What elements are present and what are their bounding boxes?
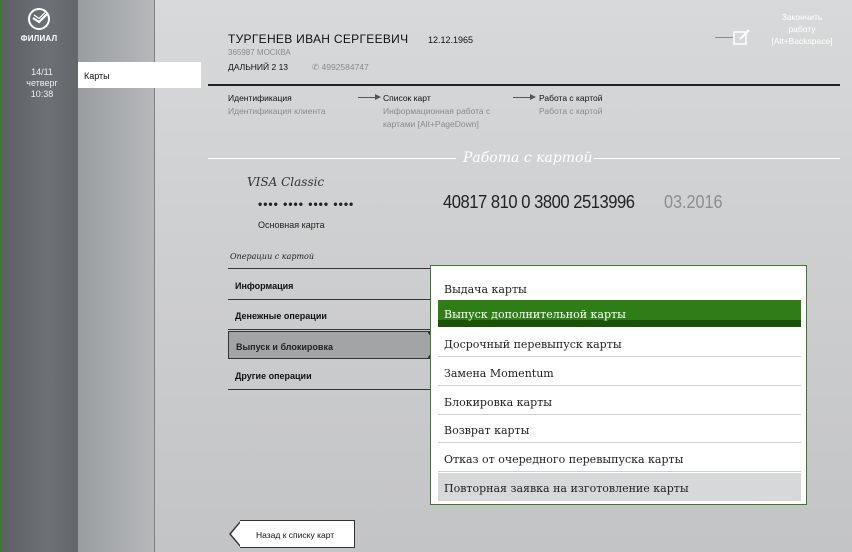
menu-item-repeat-request[interactable]: Повторная заявка на изготовление карты [438, 473, 801, 501]
step-subtitle: Информационная работа с [383, 106, 491, 116]
card-masked-number: •••• •••• •••• •••• [258, 197, 355, 211]
back-to-card-list-button[interactable]: Назад к списку карт [240, 520, 355, 548]
edit-icon[interactable] [733, 28, 751, 46]
operation-other[interactable]: Другие операции [235, 371, 312, 381]
operation-money[interactable]: Денежные операции [235, 311, 327, 321]
client-dob: 12.12.1965 [428, 35, 474, 45]
menu-item-issue-card[interactable]: Выдача карты [438, 274, 801, 302]
edit-divider [715, 37, 733, 38]
card-account-number: 40817 810 0 3800 2513996 [443, 192, 635, 212]
menu-item-return-card[interactable]: Возврат карты [438, 415, 801, 443]
step-title: Идентификация [228, 93, 292, 103]
finish-line-2: работу [788, 24, 816, 34]
card-label: Основная карта [258, 220, 325, 230]
step-identification[interactable]: Идентификация Идентификация клиента [228, 92, 326, 118]
operations-divider [228, 299, 430, 300]
menu-item-early-reissue[interactable]: Досрочный перевыпуск карты [438, 329, 801, 357]
finish-line-1: Закончить [781, 12, 823, 22]
operation-issue-block[interactable]: Выпуск и блокировка [228, 331, 430, 359]
arrow-right-icon [530, 94, 536, 100]
step-subtitle: Идентификация клиента [228, 106, 326, 116]
section-rule-left [208, 158, 456, 159]
step-card-work[interactable]: Работа с картой Работа с картой [539, 92, 602, 118]
menu-item-block-card[interactable]: Блокировка карты [438, 387, 801, 415]
operations-dropdown: Выдача карты Выпуск дополнительной карты… [430, 265, 807, 505]
menu-item-momentum[interactable]: Замена Momentum [438, 358, 801, 386]
operations-divider [228, 329, 430, 330]
client-phone: ✆ 4992584747 [312, 62, 369, 73]
step-subtitle-2: картами [Alt+PageDown] [383, 119, 479, 129]
step-title: Список карт [383, 93, 431, 103]
phone-number: 4992584747 [321, 62, 369, 72]
branch-label: ФИЛИАЛ [20, 34, 58, 43]
time: 10:38 [30, 89, 54, 99]
card-type: VISA Classic [247, 175, 325, 189]
finish-line-3: [Alt+Backspace] [771, 36, 833, 46]
operations-title: Операции с картой [230, 252, 315, 261]
bank-logo-icon [28, 8, 50, 30]
client-code-city: 365987 МОСКВА [228, 48, 291, 57]
arrow-right-icon [375, 94, 381, 100]
step-subtitle: Работа с картой [539, 106, 603, 116]
date: 14/11 [31, 67, 53, 77]
operations-divider [228, 268, 430, 269]
card-expiry: 03.2016 [664, 192, 723, 212]
menu-item-refuse-reissue[interactable]: Отказ от очередного перевыпуска карты [438, 444, 801, 472]
client-address: ДАЛЬНИЙ 2 13 [228, 62, 289, 72]
step-title: Работа с картой [539, 93, 603, 103]
finish-work-button[interactable]: Закончить работу [Alt+Backspace] [766, 11, 838, 47]
operation-info[interactable]: Информация [235, 281, 293, 291]
header-divider [208, 84, 840, 86]
menu-item-additional-card[interactable]: Выпуск дополнительной карты [438, 300, 801, 321]
step-card-list[interactable]: Список карт Информационная работа с карт… [383, 92, 490, 131]
section-rule-right [594, 158, 840, 159]
operations-divider [228, 389, 430, 390]
client-name: ТУРГЕНЕВ ИВАН СЕРГЕЕВИЧ [228, 32, 409, 46]
section-title: Работа с картой [463, 150, 593, 166]
date-time: 14/11 четверг 10:38 [0, 67, 84, 100]
weekday: четверг [26, 78, 58, 88]
sidebar-item-cards[interactable]: Карты [78, 62, 201, 88]
